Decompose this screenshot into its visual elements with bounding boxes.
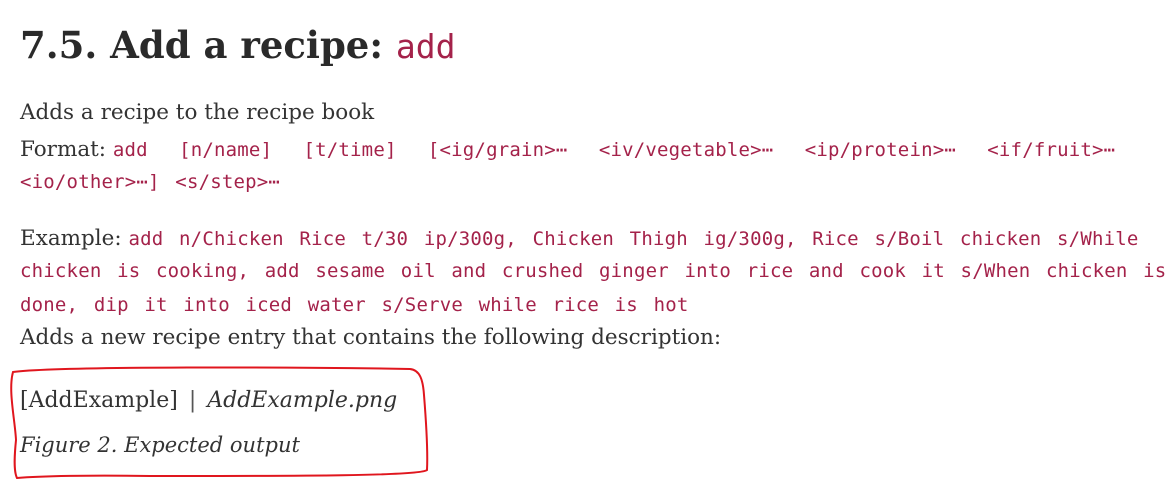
section-heading: 7.5. Add a recipe: add bbox=[20, 22, 456, 70]
result-description: Adds a new recipe entry that contains th… bbox=[20, 325, 722, 350]
figure-separator: | bbox=[188, 388, 197, 413]
figure-caption: Figure 2. Expected output bbox=[20, 433, 300, 457]
format-label: Format: bbox=[20, 137, 107, 162]
format-code-line-1: add [n/name] [t/time] [<ig/grain>⋯ <iv/v… bbox=[112, 139, 1116, 161]
figure-image-placeholder: [AddExample] | AddExample.png bbox=[20, 386, 397, 416]
figure-image-alt: [AddExample] bbox=[20, 388, 178, 413]
heading-command-code: add bbox=[395, 27, 456, 66]
example-label: Example: bbox=[20, 226, 122, 251]
heading-title: 7.5. Add a recipe: bbox=[20, 23, 384, 67]
example-code-line-2: chicken is cooking, add sesame oil and c… bbox=[20, 260, 1167, 282]
format-block: Format: add [n/name] [t/time] [<ig/grain… bbox=[20, 134, 1155, 198]
example-block: Example: add n/Chicken Rice t/30 ip/300g… bbox=[20, 223, 1166, 323]
example-code-line-1: add n/Chicken Rice t/30 ip/300g, Chicken… bbox=[128, 228, 1139, 250]
format-code-line-2: <io/other>⋯] <s/step>⋯ bbox=[20, 171, 281, 193]
command-description: Adds a recipe to the recipe book bbox=[20, 100, 375, 125]
hand-drawn-highlight bbox=[10, 366, 429, 480]
figure-image-filename: AddExample.png bbox=[207, 388, 398, 413]
example-code-line-3: done, dip it into iced water s/Serve whi… bbox=[20, 294, 689, 316]
